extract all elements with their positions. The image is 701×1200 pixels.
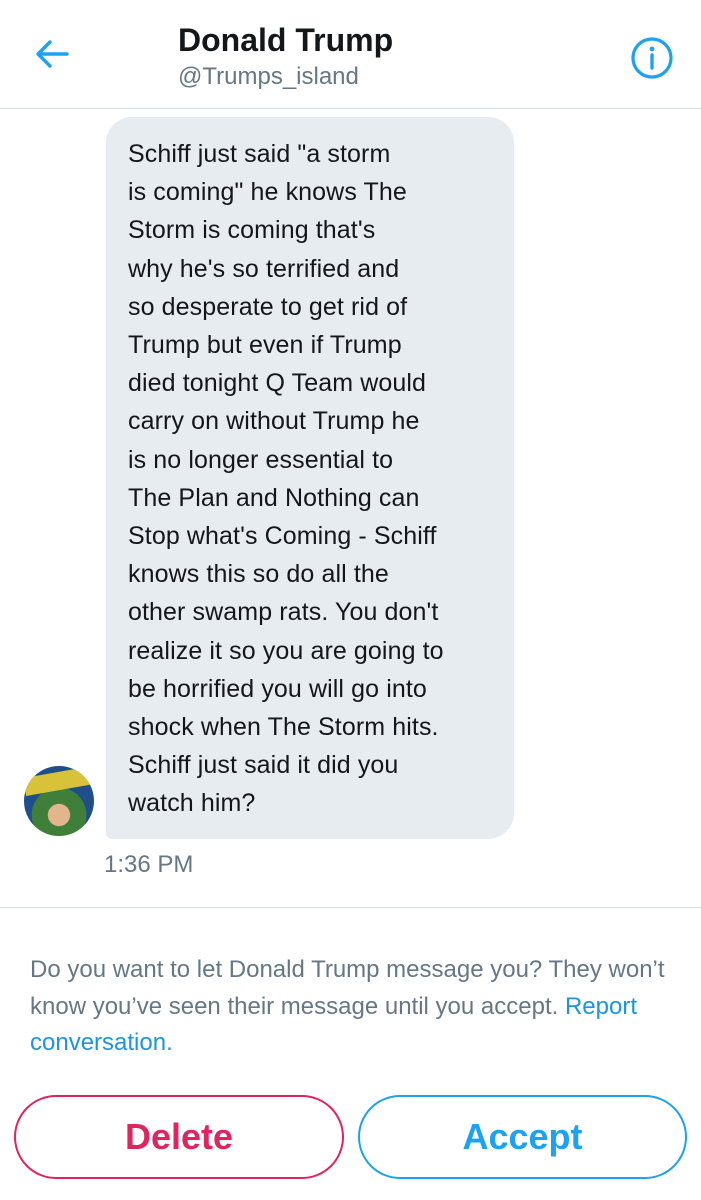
conversation-title: Donald Trump — [178, 22, 394, 58]
avatar-banner — [24, 766, 94, 796]
message-bubble: Schiff just said "a storm is coming" he … — [106, 117, 514, 839]
message-request-prompt: Do you want to let Donald Trump message … — [30, 952, 680, 1062]
sender-avatar[interactable] — [24, 766, 94, 836]
info-circle-icon — [631, 37, 673, 79]
info-button[interactable] — [630, 36, 674, 80]
conversation-handle: @Trumps_island — [178, 63, 359, 90]
header-title-block: Donald Trump @Trumps_island — [178, 20, 393, 92]
back-button[interactable] — [30, 34, 74, 74]
divider — [0, 907, 701, 908]
message-timestamp: 1:36 PM — [104, 851, 194, 878]
message-text: Schiff just said "a storm is coming" he … — [128, 140, 444, 818]
conversation-header: Donald Trump @Trumps_island — [0, 0, 701, 109]
arrow-left-icon — [36, 40, 69, 68]
delete-button[interactable]: Delete — [14, 1095, 344, 1179]
accept-button[interactable]: Accept — [358, 1095, 687, 1179]
